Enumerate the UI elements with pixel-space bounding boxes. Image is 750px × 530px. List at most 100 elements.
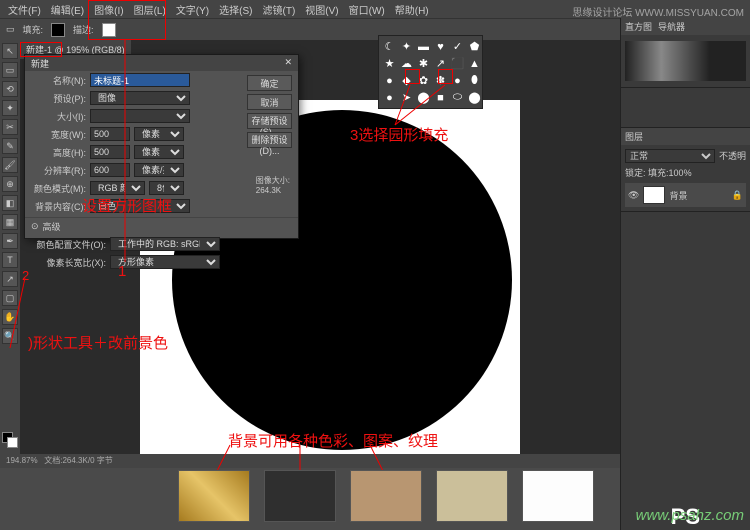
shape-option[interactable]: ✽ (433, 73, 448, 88)
dialog-title: 新建 (31, 57, 49, 69)
swatch-gold[interactable] (178, 470, 250, 522)
cancel-button[interactable]: 取消 (247, 94, 292, 110)
delete-preset-button[interactable]: 删除预设(D)... (247, 132, 292, 148)
width-input[interactable] (90, 127, 130, 141)
name-input[interactable] (90, 73, 190, 87)
gradient-tool-icon[interactable]: ▦ (2, 214, 18, 230)
stroke-swatch[interactable] (102, 23, 116, 37)
color-swatches-row (178, 470, 594, 522)
mode-label: 颜色模式(M): (31, 182, 86, 195)
menu-image[interactable]: 图像(I) (90, 1, 127, 18)
shape-option[interactable]: ● (382, 90, 397, 105)
shape-option[interactable]: ▲ (467, 56, 482, 71)
width-unit[interactable]: 像素 (134, 127, 184, 141)
shape-option[interactable]: ♥ (433, 39, 448, 54)
eraser-tool-icon[interactable]: ◧ (2, 195, 18, 211)
zoom-tool-icon[interactable]: 🔍 (2, 328, 18, 344)
lasso-tool-icon[interactable]: ⟲ (2, 81, 18, 97)
layer-row[interactable]: 👁 背景 🔒 (625, 183, 746, 207)
stamp-tool-icon[interactable]: ⊕ (2, 176, 18, 192)
background-color[interactable] (7, 437, 18, 448)
menu-view[interactable]: 视图(V) (301, 1, 342, 18)
toolbox: ↖ ▭ ⟲ ✦ ✂ ✎ 🖌 ⊕ ◧ ▦ ✒ T ↗ ▢ ✋ 🔍 (0, 40, 20, 460)
shape-option[interactable]: ✱ (416, 56, 431, 71)
shape-option[interactable]: ■ (433, 90, 448, 105)
shape-option[interactable]: ↗ (433, 56, 448, 71)
shape-option[interactable]: ★ (382, 56, 397, 71)
profile-select[interactable]: 工作中的 RGB: sRGB IEC6196... (110, 237, 220, 251)
size-select[interactable] (90, 109, 190, 123)
right-panels: 直方图导航器 图层 正常不透明 锁定: 填充:100% 👁 背景 🔒 (620, 18, 750, 530)
lock-label: 锁定: (625, 168, 646, 178)
bg-label: 背景内容(C): (31, 200, 86, 213)
shape-option[interactable]: ☁ (399, 56, 414, 71)
layer-thumbnail (643, 186, 665, 204)
menu-window[interactable]: 窗口(W) (345, 1, 389, 18)
brush-tool-icon[interactable]: 🖌 (2, 157, 18, 173)
advanced-toggle[interactable]: 高级 (43, 220, 61, 233)
shape-option[interactable]: ⬤ (416, 90, 431, 105)
blend-mode[interactable]: 正常 (625, 149, 715, 163)
height-unit[interactable]: 像素 (134, 145, 184, 159)
menu-layer[interactable]: 图层(L) (130, 1, 170, 18)
visibility-icon[interactable]: 👁 (628, 190, 639, 201)
res-unit[interactable]: 像素/英寸 (134, 163, 184, 177)
shape-tool-icon[interactable]: ▢ (2, 290, 18, 306)
color-swatches[interactable] (2, 432, 18, 448)
shape-option[interactable]: ⬟ (467, 39, 482, 54)
menu-help[interactable]: 帮助(H) (391, 1, 433, 18)
zoom-value[interactable]: 194.87% (6, 456, 38, 465)
res-input[interactable] (90, 163, 130, 177)
menu-edit[interactable]: 编辑(E) (47, 1, 88, 18)
new-document-dialog: 新建✕ 确定 取消 存储预设(S)... 删除预设(D)... 名称(N): 预… (24, 54, 299, 239)
menu-filter[interactable]: 滤镜(T) (259, 1, 300, 18)
bg-select[interactable]: 白色 (90, 199, 190, 213)
move-tool-icon[interactable]: ↖ (2, 43, 18, 59)
height-label: 高度(H): (31, 146, 86, 159)
profile-label: 颜色配置文件(O): (31, 238, 106, 251)
shape-option[interactable]: ✓ (450, 39, 465, 54)
shape-option[interactable]: ◆ (399, 73, 414, 88)
wand-tool-icon[interactable]: ✦ (2, 100, 18, 116)
shape-option[interactable]: ✦ (399, 39, 414, 54)
shape-option[interactable]: ● (382, 73, 397, 88)
shape-option[interactable]: ⬮ (467, 73, 482, 88)
shape-option[interactable]: ● (450, 73, 465, 88)
shape-option[interactable]: ⬭ (450, 90, 465, 105)
swatch-dark[interactable] (264, 470, 336, 522)
hand-tool-icon[interactable]: ✋ (2, 309, 18, 325)
type-tool-icon[interactable]: T (2, 252, 18, 268)
path-tool-icon[interactable]: ↗ (2, 271, 18, 287)
shape-option[interactable]: ☾ (382, 39, 397, 54)
menu-select[interactable]: 选择(S) (215, 1, 256, 18)
preset-select[interactable]: 图像 (90, 91, 190, 105)
marquee-tool-icon[interactable]: ▭ (2, 62, 18, 78)
bits-select[interactable]: 8位 (149, 181, 184, 195)
menu-type[interactable]: 文字(Y) (172, 1, 213, 18)
shape-option[interactable]: ➤ (399, 90, 414, 105)
shape-option[interactable]: ⬤ (467, 90, 482, 105)
save-preset-button[interactable]: 存储预设(S)... (247, 113, 292, 129)
eyedropper-tool-icon[interactable]: ✎ (2, 138, 18, 154)
layers-tab[interactable]: 图层 (625, 130, 643, 143)
histogram-tab[interactable]: 直方图 (625, 20, 652, 33)
histogram (625, 41, 746, 81)
shape-tool-icon[interactable]: ▭ (6, 24, 15, 35)
shape-option[interactable]: ⬛ (450, 56, 465, 71)
pen-tool-icon[interactable]: ✒ (2, 233, 18, 249)
swatch-beige[interactable] (436, 470, 508, 522)
shape-option[interactable]: ▬ (416, 39, 431, 54)
mode-select[interactable]: RGB 颜色 (90, 181, 145, 195)
swatch-white[interactable] (522, 470, 594, 522)
fill-swatch[interactable] (51, 23, 65, 37)
size-label: 大小(I): (31, 110, 86, 123)
height-input[interactable] (90, 145, 130, 159)
close-icon[interactable]: ✕ (284, 57, 292, 69)
aspect-select[interactable]: 方形像素 (110, 255, 220, 269)
shape-option[interactable]: ✿ (416, 73, 431, 88)
swatch-tan[interactable] (350, 470, 422, 522)
crop-tool-icon[interactable]: ✂ (2, 119, 18, 135)
ok-button[interactable]: 确定 (247, 75, 292, 91)
menu-file[interactable]: 文件(F) (4, 1, 45, 18)
navigator-tab[interactable]: 导航器 (658, 20, 685, 33)
